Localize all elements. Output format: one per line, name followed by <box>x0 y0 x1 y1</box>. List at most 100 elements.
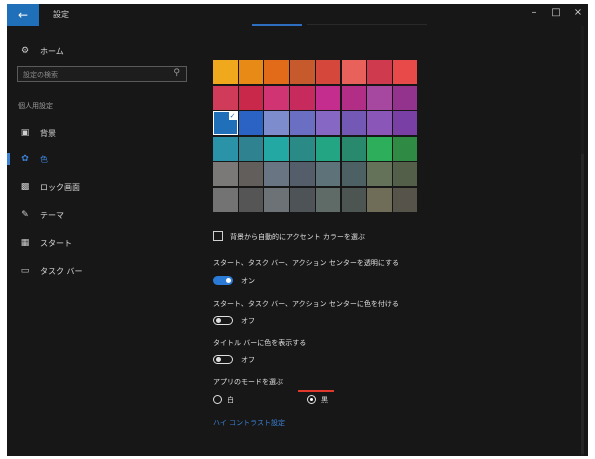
gear-icon: ⚙ <box>20 46 30 56</box>
color-swatch[interactable] <box>264 85 289 110</box>
color-swatch[interactable] <box>315 111 341 136</box>
sidebar-item-home[interactable]: ⚙ ホーム <box>7 40 199 62</box>
color-swatch[interactable] <box>367 162 392 187</box>
color-swatch[interactable] <box>290 188 315 212</box>
section-heading: 個人用設定 <box>18 102 53 110</box>
color-swatch[interactable] <box>213 85 238 110</box>
color-swatch[interactable] <box>367 136 392 161</box>
color-swatch[interactable] <box>238 188 264 212</box>
color-swatch[interactable] <box>238 111 264 136</box>
palette-icon: ✿ <box>21 154 29 164</box>
color-swatch[interactable] <box>392 85 418 110</box>
color-swatch[interactable] <box>341 60 366 84</box>
color-swatch[interactable] <box>238 85 264 110</box>
color-swatch[interactable] <box>341 188 366 212</box>
back-arrow-icon: ← <box>17 8 29 22</box>
color-swatch[interactable] <box>264 60 289 84</box>
lock-screen-icon: ▩ <box>20 182 30 192</box>
color-swatch[interactable] <box>315 60 341 84</box>
taskbar-icon: ▭ <box>20 266 30 276</box>
transparency-label: スタート、タスク バー、アクション センターを透明にする <box>213 259 399 267</box>
content-pane: ✓ 背景から自動的にアクセント カラーを選ぶ スタート、タスク バー、アクション… <box>199 26 588 456</box>
color-swatch[interactable] <box>264 136 289 161</box>
sidebar-item-background[interactable]: ▣ 背景 <box>7 122 199 144</box>
color-swatch[interactable] <box>315 136 341 161</box>
color-swatch[interactable] <box>264 162 289 187</box>
color-swatch[interactable] <box>392 60 418 84</box>
color-swatch[interactable] <box>367 188 392 212</box>
back-button[interactable]: ← <box>7 4 39 26</box>
scrollbar-thumb[interactable] <box>581 154 584 454</box>
color-swatch[interactable] <box>213 188 238 212</box>
transparency-toggle[interactable] <box>213 276 233 285</box>
show-color-label: スタート、タスク バー、アクション センターに色を付ける <box>213 300 399 308</box>
sidebar-item-label: 背景 <box>40 128 56 138</box>
sidebar-item-themes[interactable]: ✎ テーマ <box>7 204 199 226</box>
color-swatch[interactable] <box>264 188 289 212</box>
auto-accent-checkbox[interactable] <box>213 231 223 241</box>
color-swatch[interactable] <box>367 60 392 84</box>
title-bar-color-toggle[interactable] <box>213 355 233 364</box>
focus-indicator <box>298 390 334 392</box>
close-button[interactable]: × <box>568 7 588 18</box>
color-swatch[interactable] <box>290 136 315 161</box>
color-swatch[interactable] <box>213 162 238 187</box>
picture-icon: ▣ <box>20 128 30 138</box>
color-swatch[interactable] <box>367 111 392 136</box>
color-swatch[interactable] <box>341 111 366 136</box>
theme-brush-icon: ✎ <box>21 210 29 220</box>
color-swatch[interactable] <box>290 111 315 136</box>
color-swatch[interactable] <box>238 162 264 187</box>
color-swatch[interactable] <box>341 136 366 161</box>
sidebar-item-start[interactable]: ▦ スタート <box>7 232 199 254</box>
color-swatch[interactable] <box>367 85 392 110</box>
color-swatch[interactable] <box>264 111 289 136</box>
sidebar-item-taskbar[interactable]: ▭ タスク バー <box>7 260 199 282</box>
color-swatch[interactable] <box>315 188 341 212</box>
active-indicator <box>7 153 10 165</box>
sidebar-item-label: タスク バー <box>40 266 83 276</box>
search-placeholder: 設定の検索 <box>23 71 58 79</box>
sidebar-item-lock-screen[interactable]: ▩ ロック画面 <box>7 176 199 198</box>
color-swatch[interactable] <box>213 60 238 84</box>
loading-track <box>307 24 427 25</box>
settings-window: ← 設定 – □ × ⚙ ホーム 設定の検索 ⚲ 個人用設定 ▣ 背景 ✿ 色 … <box>7 4 588 456</box>
title-bar: ← 設定 – □ × <box>7 4 588 26</box>
app-mode-light-radio[interactable] <box>213 395 222 404</box>
color-swatch[interactable] <box>290 85 315 110</box>
color-swatch[interactable] <box>341 85 366 110</box>
color-swatch[interactable] <box>392 111 418 136</box>
color-swatch[interactable] <box>290 162 315 187</box>
start-grid-icon: ▦ <box>20 238 30 248</box>
color-swatch[interactable] <box>290 60 315 84</box>
color-swatch[interactable] <box>315 162 341 187</box>
high-contrast-link[interactable]: ハイ コントラスト設定 <box>213 418 285 428</box>
show-color-toggle[interactable] <box>213 316 233 325</box>
color-swatch[interactable]: ✓ <box>213 111 238 136</box>
color-swatch[interactable] <box>238 60 264 84</box>
sidebar-item-colors[interactable]: ✿ 色 <box>7 148 199 170</box>
color-swatch[interactable] <box>213 136 238 161</box>
maximize-button[interactable]: □ <box>546 7 566 18</box>
sidebar: ⚙ ホーム 設定の検索 ⚲ 個人用設定 ▣ 背景 ✿ 色 ▩ ロック画面 ✎ テ… <box>7 26 199 456</box>
sidebar-item-label: 色 <box>40 154 48 164</box>
color-swatch[interactable] <box>315 85 341 110</box>
search-input[interactable]: 設定の検索 ⚲ <box>17 66 187 82</box>
transparency-state: オン <box>241 277 255 285</box>
sidebar-item-label: テーマ <box>40 210 64 220</box>
color-swatch[interactable] <box>392 162 418 187</box>
color-swatch[interactable] <box>341 162 366 187</box>
app-mode-dark-label: 黒 <box>321 396 328 404</box>
sidebar-item-label: ロック画面 <box>40 182 80 192</box>
app-mode-dark-radio[interactable] <box>307 395 316 404</box>
minimize-button[interactable]: – <box>524 7 544 18</box>
search-icon: ⚲ <box>173 68 180 78</box>
checkmark-icon: ✓ <box>228 112 237 121</box>
app-mode-label: アプリのモードを選ぶ <box>213 378 283 386</box>
auto-accent-label: 背景から自動的にアクセント カラーを選ぶ <box>230 233 365 241</box>
color-swatch[interactable] <box>392 136 418 161</box>
color-swatch[interactable] <box>392 188 418 212</box>
title-bar-color-label: タイトル バーに色を表示する <box>213 339 307 347</box>
app-mode-light-label: 白 <box>227 396 234 404</box>
color-swatch[interactable] <box>238 136 264 161</box>
